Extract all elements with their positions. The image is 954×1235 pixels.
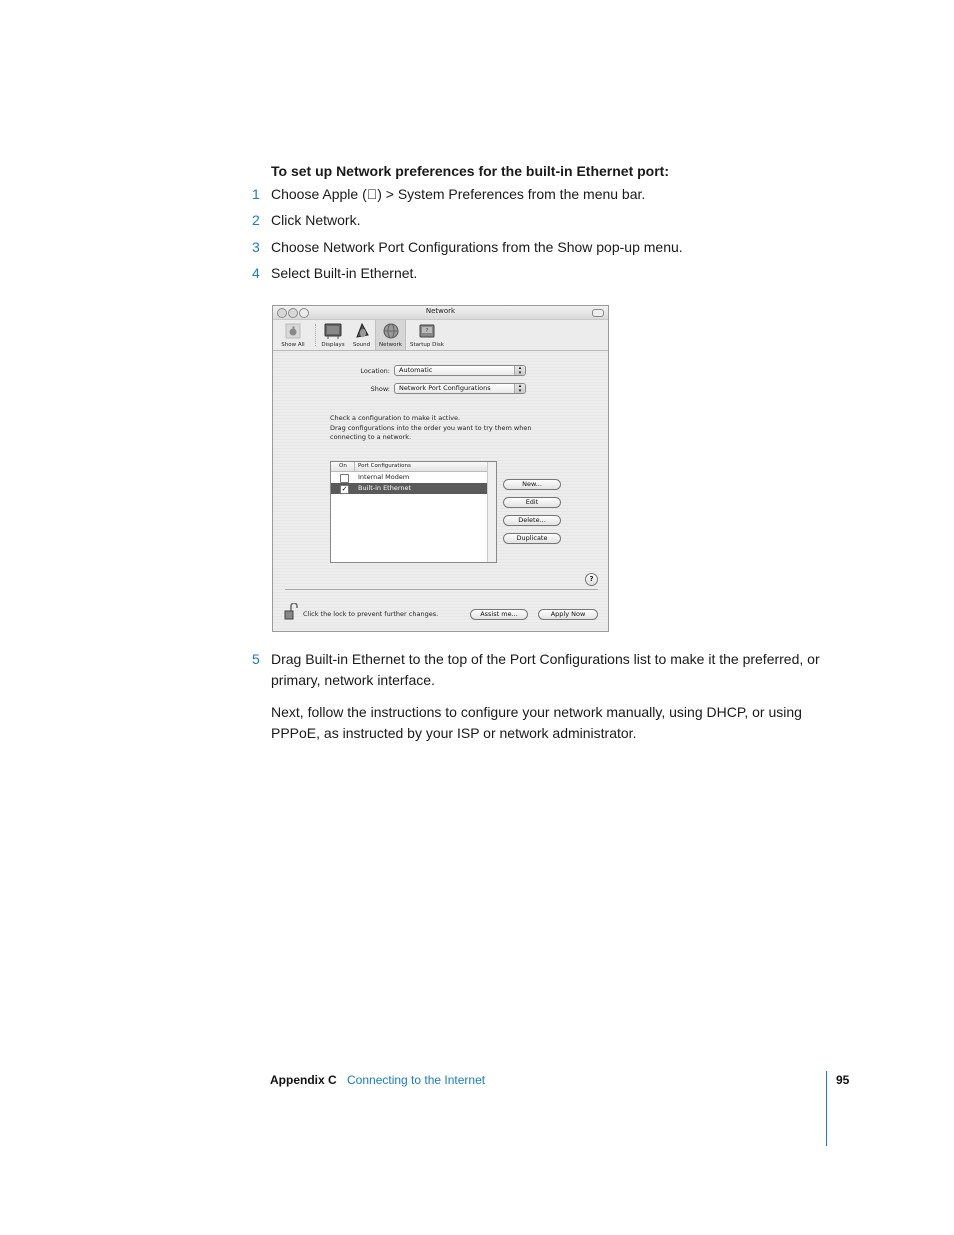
column-divider [354, 462, 355, 471]
step-number: 4 [252, 265, 260, 281]
duplicate-button[interactable]: Duplicate [503, 533, 561, 544]
step-number: 2 [252, 212, 260, 228]
active-checkbox[interactable] [340, 474, 349, 483]
location-value: Automatic [399, 366, 433, 374]
footer-chapter-title: Connecting to the Internet [347, 1073, 486, 1087]
location-label: Location: [360, 367, 390, 375]
delete-button[interactable]: Delete... [503, 515, 561, 526]
svg-text:?: ? [426, 328, 429, 334]
preferences-toolbar: Show All Displays Sound Network ? Startu… [273, 320, 608, 351]
info-line: Drag configurations into the order you w… [330, 423, 532, 432]
divider [285, 589, 598, 590]
new-button[interactable]: New... [503, 479, 561, 490]
network-preferences-window: Network Show All Displays Sound Network … [272, 305, 609, 632]
popup-arrows-icon: ▴ ▾ [514, 366, 525, 375]
startup-disk-icon: ? [419, 324, 435, 338]
step-text: Choose Network Port Configurations from … [271, 239, 683, 255]
toolbar-network[interactable]: Network [375, 320, 406, 350]
next-steps-paragraph: Next, follow the instructions to configu… [271, 704, 802, 741]
assist-me-button[interactable]: Assist me... [470, 609, 528, 620]
info-text: Check a configuration to make it active.… [330, 414, 531, 443]
column-header-on[interactable]: On [339, 462, 347, 471]
footer-appendix: Appendix C [270, 1073, 337, 1087]
info-line: Check a configuration to make it active. [330, 414, 461, 422]
port-configurations-table: On Port Configurations Internal Modem ✓ … [330, 461, 497, 563]
step-text: Choose Apple () > System Preferences fr… [271, 186, 645, 202]
toolbar-label: Network [379, 342, 402, 348]
table-row[interactable]: Internal Modem [331, 472, 487, 483]
toolbar-show-all[interactable]: Show All [277, 320, 309, 350]
table-row-selected[interactable]: ✓ Built-in Ethernet [331, 483, 487, 494]
window-titlebar: Network [273, 306, 608, 320]
popup-arrows-icon: ▴ ▾ [514, 384, 525, 393]
edit-button[interactable]: Edit [503, 497, 561, 508]
toolbar-label: Startup Disk [410, 342, 444, 348]
show-popup[interactable]: Network Port Configurations ▴ ▾ [394, 383, 526, 394]
toolbar-separator [315, 324, 316, 346]
lock-icon[interactable] [284, 603, 298, 620]
step-text: Drag Built-in Ethernet to the top of the… [271, 651, 820, 688]
toolbar-sound[interactable]: Sound [349, 320, 374, 350]
step-text: Select Built-in Ethernet. [271, 265, 418, 281]
location-popup[interactable]: Automatic ▴ ▾ [394, 365, 526, 376]
table-scrollbar[interactable] [487, 462, 496, 562]
table-header: On Port Configurations [331, 462, 496, 472]
info-line: connecting to a network. [330, 433, 412, 441]
toolbar-label: Displays [321, 342, 345, 348]
port-name: Internal Modem [358, 473, 410, 481]
show-label: Show: [370, 385, 390, 393]
active-checkbox-checked[interactable]: ✓ [340, 485, 349, 494]
port-name: Built-in Ethernet [358, 484, 412, 492]
step-number: 3 [252, 239, 260, 255]
display-icon [324, 323, 342, 339]
toolbar-displays[interactable]: Displays [318, 320, 348, 350]
toolbar-toggle-button[interactable] [592, 309, 604, 317]
step-text: Click Network. [271, 212, 361, 228]
network-globe-icon [383, 323, 398, 339]
column-header-port-configurations[interactable]: Port Configurations [358, 462, 411, 471]
toolbar-label: Show All [281, 342, 305, 348]
window-title: Network [425, 307, 456, 315]
apply-now-button[interactable]: Apply Now [538, 609, 598, 620]
footer-rule [826, 1071, 827, 1146]
step-number: 5 [252, 651, 260, 667]
show-value: Network Port Configurations [399, 384, 491, 392]
toolbar-startup-disk[interactable]: ? Startup Disk [407, 320, 447, 350]
lock-status-text: Click the lock to prevent further change… [303, 610, 439, 618]
page-number: 95 [836, 1073, 850, 1087]
toolbar-label: Sound [352, 342, 371, 348]
apple-show-all-icon [285, 323, 301, 339]
speaker-icon [355, 322, 369, 338]
step-number: 1 [252, 186, 260, 202]
instructions-heading: To set up Network preferences for the bu… [271, 163, 669, 179]
help-button[interactable]: ? [585, 573, 598, 586]
